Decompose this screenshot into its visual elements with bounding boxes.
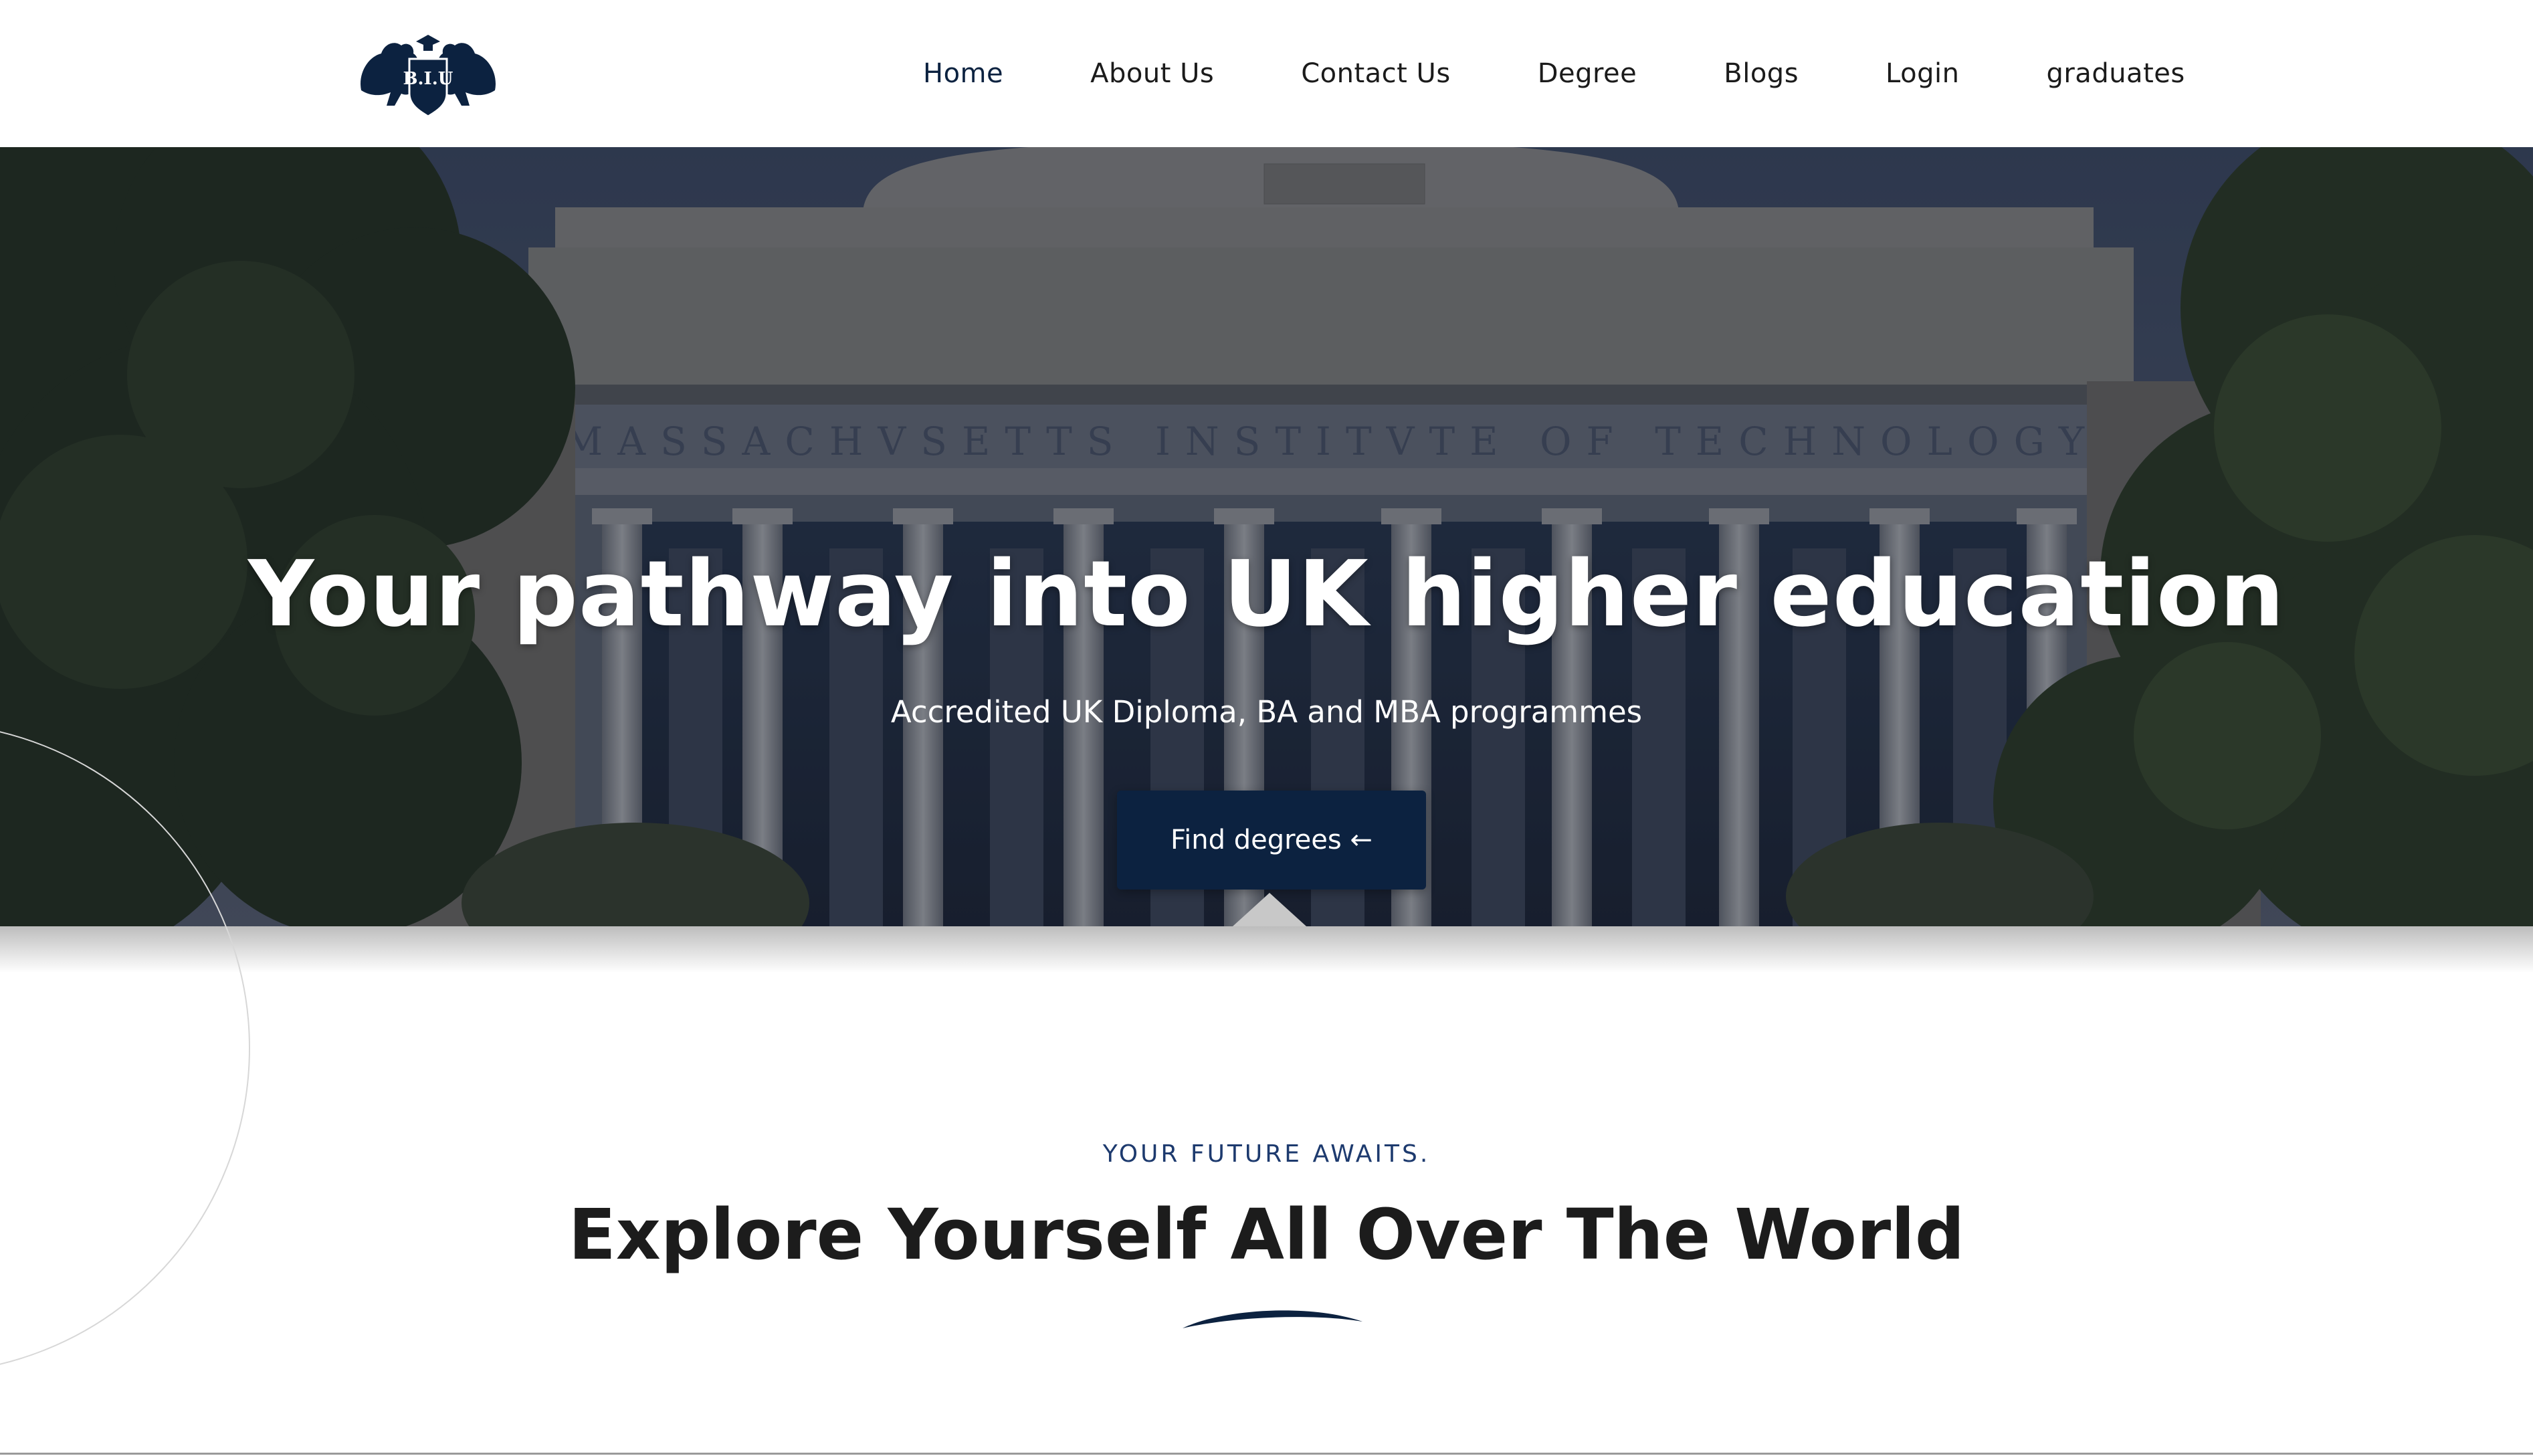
- title-underline-swoosh: [1183, 1310, 1362, 1328]
- nav-graduates[interactable]: graduates: [2046, 58, 2185, 89]
- section-title: Explore Yourself All Over The World: [568, 1194, 1965, 1275]
- hero-shadow: [0, 926, 2533, 973]
- nav-about-us[interactable]: About Us: [1090, 58, 1214, 89]
- main-nav: Home About Us Contact Us Degree Blogs Lo…: [923, 0, 2185, 147]
- hero-banner: MASSACHVSETTS INSTITVTE OF TECHNOLOGY Yo…: [0, 147, 2533, 926]
- site-header: B.I.U Home About Us Contact Us Degree Bl…: [0, 0, 2533, 147]
- logo-text: B.I.U: [403, 69, 453, 89]
- hero-notch-arrow: [1233, 893, 1306, 926]
- nav-home[interactable]: Home: [923, 58, 1003, 89]
- hero-subtitle: Accredited UK Diploma, BA and MBA progra…: [890, 694, 1643, 730]
- biu-logo[interactable]: B.I.U: [354, 27, 502, 120]
- bottom-divider: [0, 1453, 2533, 1455]
- lion-crest-icon: B.I.U: [361, 35, 496, 118]
- find-degrees-button[interactable]: Find degrees ←: [1117, 791, 1426, 890]
- nav-login[interactable]: Login: [1886, 58, 1959, 89]
- nav-contact-us[interactable]: Contact Us: [1301, 58, 1450, 89]
- page: B.I.U Home About Us Contact Us Degree Bl…: [0, 0, 2533, 1456]
- hero-title: Your pathway into UK higher education: [247, 542, 2286, 647]
- section-kicker: YOUR FUTURE AWAITS.: [1102, 1140, 1431, 1168]
- nav-degree[interactable]: Degree: [1538, 58, 1637, 89]
- nav-blogs[interactable]: Blogs: [1724, 58, 1799, 89]
